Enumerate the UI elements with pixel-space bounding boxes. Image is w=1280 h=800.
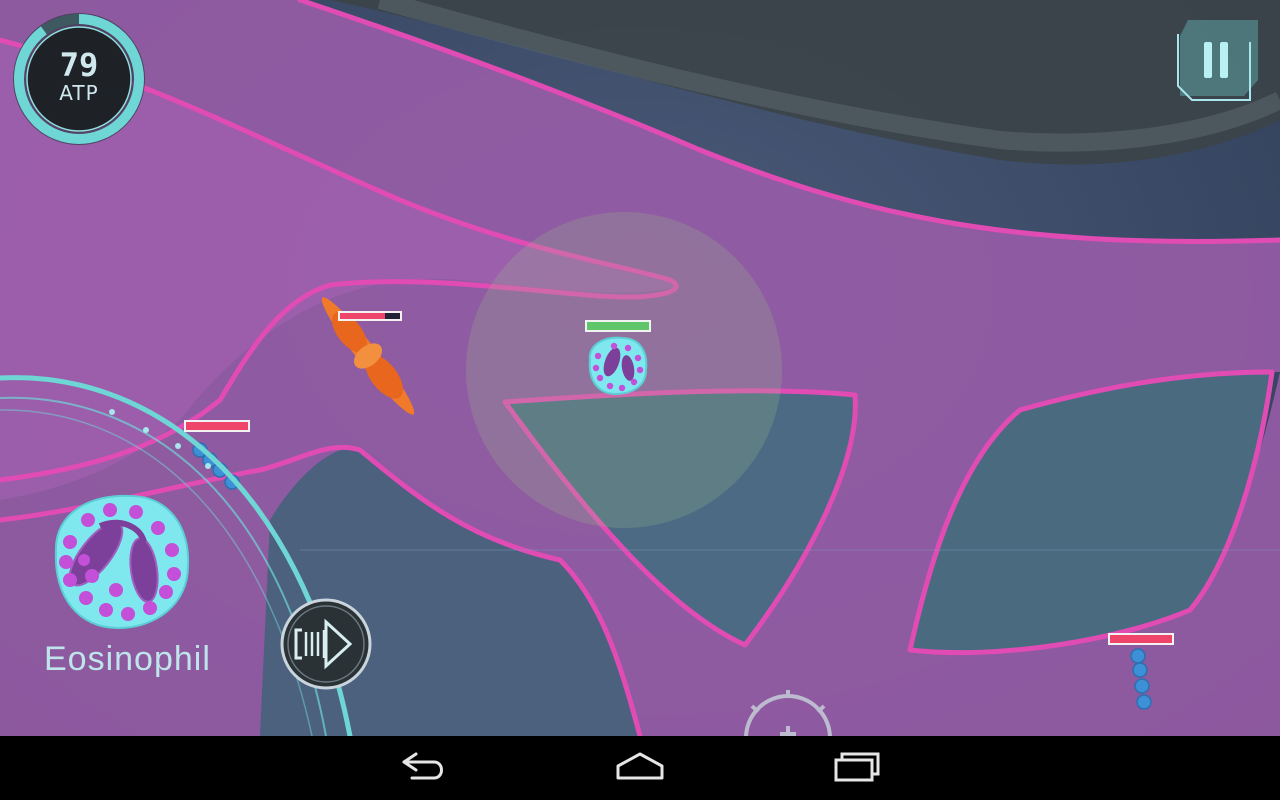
health-fill xyxy=(1110,635,1172,643)
system-navigation-bar xyxy=(0,736,1280,800)
tissue-map xyxy=(0,0,1280,736)
home-button[interactable] xyxy=(610,746,670,790)
back-button[interactable] xyxy=(394,746,454,790)
pause-button[interactable] xyxy=(1174,20,1258,108)
health-fill xyxy=(587,322,649,330)
selected-unit-name: Eosinophil xyxy=(44,640,211,678)
player-eosinophil[interactable] xyxy=(588,336,648,396)
eosinophil-cell-icon[interactable] xyxy=(54,494,190,630)
recents-button[interactable] xyxy=(828,746,888,790)
health-fill xyxy=(186,422,248,430)
atp-gauge xyxy=(13,13,145,145)
health-bar-blue-chain-left xyxy=(184,420,250,432)
health-fill xyxy=(340,313,385,319)
health-bar-blue-chain-right xyxy=(1108,633,1174,645)
health-bar-player xyxy=(585,320,651,332)
game-viewport[interactable]: 79 ATP Eosinophil xyxy=(0,0,1280,736)
health-bar-orange-bacterium xyxy=(338,311,402,321)
next-unit-button[interactable] xyxy=(278,596,374,692)
recents-icon xyxy=(834,752,880,782)
back-icon xyxy=(402,752,443,780)
home-icon xyxy=(616,752,664,780)
